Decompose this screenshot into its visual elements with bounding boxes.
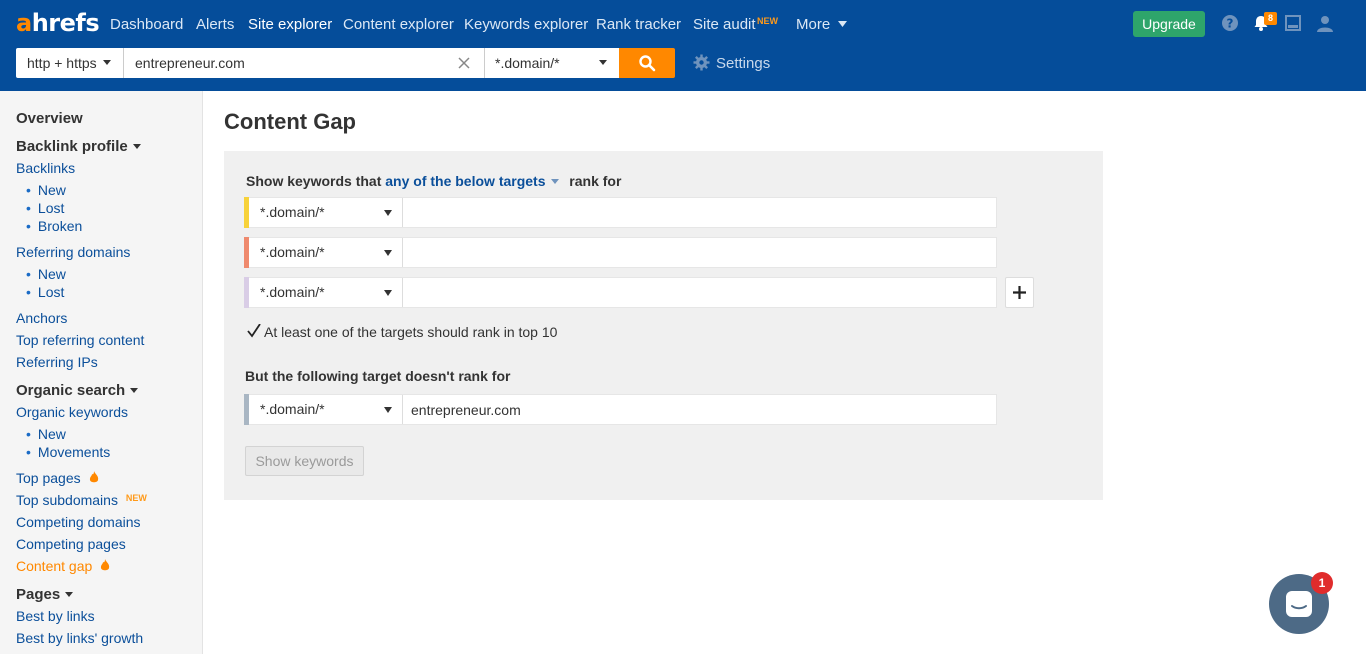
sidebar-item-anchors[interactable]: Anchors	[16, 310, 67, 326]
top10-checkbox-row[interactable]: At least one of the targets should rank …	[247, 323, 558, 340]
page-title: Content Gap	[224, 109, 356, 134]
sidebar-item-best-by-links-growth[interactable]: Best by links' growth	[16, 630, 143, 646]
ahrefs-logo[interactable]: ahrefs	[16, 9, 100, 37]
caret-down-icon	[384, 210, 392, 216]
inbox-icon[interactable]	[1284, 14, 1302, 32]
sidebar-item-top-pages[interactable]: Top pages	[16, 470, 99, 486]
nav-content-explorer[interactable]: Content explorer	[343, 16, 454, 33]
target-row-1: *.domain/*	[244, 197, 997, 228]
caret-down-icon	[132, 144, 141, 149]
chat-unread-badge: 1	[1311, 572, 1333, 594]
sidebar-item-referring-domains[interactable]: Referring domains	[16, 244, 130, 260]
target-color-bar	[244, 277, 249, 308]
chat-icon	[1286, 591, 1312, 617]
target-color-bar	[244, 237, 249, 268]
add-target-button[interactable]	[1005, 277, 1034, 308]
sidebar-item-backlinks-new[interactable]: New	[26, 182, 66, 198]
target-row-2: *.domain/*	[244, 237, 997, 268]
nav-keywords-explorer[interactable]: Keywords explorer	[464, 16, 588, 33]
caret-down-icon	[384, 250, 392, 256]
chevron-down-icon	[551, 179, 560, 184]
sidebar-item-backlinks-broken[interactable]: Broken	[26, 218, 82, 234]
sidebar-pages[interactable]: Pages	[16, 586, 74, 603]
new-badge: NEW	[125, 493, 147, 503]
nav-rank-tracker[interactable]: Rank tracker	[596, 16, 681, 33]
sidebar-organic-search[interactable]: Organic search	[16, 382, 139, 399]
sidebar-item-referring-domains-new[interactable]: New	[26, 266, 66, 282]
fire-icon	[89, 471, 98, 483]
upgrade-button[interactable]: Upgrade	[1133, 11, 1205, 37]
notification-count-badge: 8	[1264, 12, 1277, 25]
target-input[interactable]	[403, 278, 996, 307]
target-color-bar	[244, 197, 249, 228]
checkbox-label: At least one of the targets should rank …	[264, 324, 558, 340]
svg-text:?: ?	[1227, 17, 1234, 31]
help-icon[interactable]: ?	[1221, 14, 1239, 32]
sidebar-item-top-referring-content[interactable]: Top referring content	[16, 332, 144, 348]
target-input[interactable]	[403, 238, 996, 267]
search-button[interactable]	[619, 48, 675, 78]
sidebar-item-referring-ips[interactable]: Referring IPs	[16, 354, 98, 370]
sidebar-item-organic-keywords-new[interactable]: New	[26, 426, 66, 442]
targets-label: Show keywords that any of the below targ…	[246, 173, 622, 189]
sidebar-item-organic-keywords[interactable]: Organic keywords	[16, 404, 128, 420]
target-row-3: *.domain/*	[244, 277, 997, 308]
target-mode-dropdown[interactable]: *.domain/*	[251, 278, 403, 307]
search-icon	[639, 55, 656, 72]
plus-icon	[1013, 286, 1026, 299]
fire-icon	[101, 559, 110, 571]
exclude-target-input[interactable]	[403, 395, 996, 424]
new-badge: NEW	[757, 16, 778, 26]
sidebar-item-backlinks[interactable]: Backlinks	[16, 160, 75, 176]
caret-down-icon	[130, 388, 139, 393]
top-navigation-bar: ahrefs Dashboard Alerts Site explorer Co…	[0, 0, 1366, 91]
caret-down-icon	[384, 407, 392, 413]
exclude-mode-dropdown[interactable]: *.domain/*	[251, 395, 403, 424]
nav-site-audit[interactable]: Site audit	[693, 16, 756, 33]
sidebar-backlink-profile[interactable]: Backlink profile	[16, 138, 141, 155]
sidebar-item-content-gap[interactable]: Content gap	[16, 558, 110, 574]
chevron-down-icon	[103, 60, 111, 65]
nav-alerts[interactable]: Alerts	[196, 16, 234, 33]
sidebar-item-top-subdomains[interactable]: Top subdomains NEW	[16, 492, 147, 508]
target-color-bar	[244, 394, 249, 425]
show-keywords-button[interactable]: Show keywords	[245, 446, 364, 476]
sidebar-item-competing-domains[interactable]: Competing domains	[16, 514, 141, 530]
nav-dashboard[interactable]: Dashboard	[110, 16, 183, 33]
settings-link[interactable]: Settings	[693, 54, 770, 72]
clear-icon[interactable]	[456, 55, 472, 71]
sidebar: Overview Backlink profile Backlinks New …	[0, 91, 203, 654]
checkmark-icon[interactable]	[247, 323, 261, 338]
sidebar-item-competing-pages[interactable]: Competing pages	[16, 536, 126, 552]
sidebar-item-backlinks-lost[interactable]: Lost	[26, 200, 64, 216]
caret-down-icon	[384, 290, 392, 296]
caret-down-icon	[65, 592, 74, 597]
exclude-label: But the following target doesn't rank fo…	[245, 368, 511, 384]
chevron-down-icon	[599, 60, 607, 65]
nav-more[interactable]: More	[796, 16, 848, 33]
target-mode-dropdown[interactable]: *.domain/*	[251, 238, 403, 267]
target-input[interactable]	[403, 198, 996, 227]
sidebar-item-referring-domains-lost[interactable]: Lost	[26, 284, 64, 300]
gear-icon	[693, 54, 710, 71]
chevron-down-icon	[838, 21, 848, 27]
sidebar-item-organic-keywords-movements[interactable]: Movements	[26, 444, 110, 460]
exclude-target-row: *.domain/*	[244, 394, 997, 425]
protocol-dropdown[interactable]: http + https	[16, 48, 124, 78]
user-icon[interactable]	[1316, 14, 1334, 32]
sidebar-item-best-by-links[interactable]: Best by links	[16, 608, 95, 624]
sidebar-overview[interactable]: Overview	[16, 110, 83, 127]
content-gap-panel: Show keywords that any of the below targ…	[224, 151, 1103, 500]
search-mode-dropdown[interactable]: *.domain/*	[484, 48, 619, 78]
nav-site-explorer[interactable]: Site explorer	[248, 16, 332, 33]
url-search-input[interactable]	[124, 48, 484, 78]
target-mode-dropdown[interactable]: *.domain/*	[251, 198, 403, 227]
targets-mode-dropdown[interactable]: any of the below targets	[385, 173, 563, 189]
